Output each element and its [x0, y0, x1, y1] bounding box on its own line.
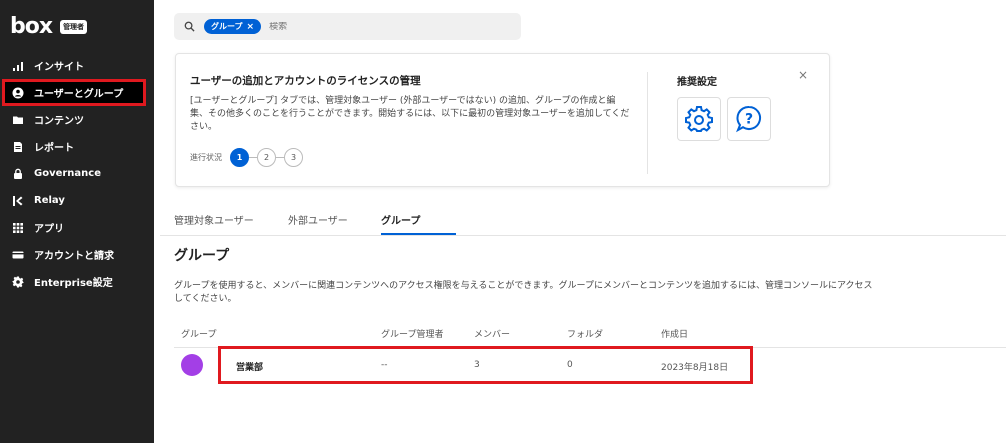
column-header-group[interactable]: グループ	[181, 327, 216, 340]
sidebar-item-label: Governance	[34, 168, 102, 179]
sidebar-item-label: アプリ	[34, 224, 64, 235]
chip-remove-icon[interactable]: ×	[247, 22, 255, 32]
sidebar-item-apps[interactable]: アプリ	[0, 214, 154, 241]
sidebar-item-account-billing[interactable]: アカウントと請求	[0, 241, 154, 268]
sidebar-item-enterprise-settings[interactable]: Enterprise設定	[0, 268, 154, 295]
user-circle-icon	[12, 87, 24, 99]
groups-description: グループを使用すると、メンバーに関連コンテンツへのアクセス権限を与えることができ…	[174, 281, 873, 304]
step-connector	[249, 157, 257, 158]
column-header-group-admin[interactable]: グループ管理者	[381, 327, 443, 340]
page-title: グループ	[174, 248, 230, 264]
column-header-folders[interactable]: フォルダ	[567, 327, 603, 340]
active-tab-indicator	[381, 233, 456, 235]
sidebar-item-content[interactable]: コンテンツ	[0, 106, 154, 133]
sidebar-item-governance[interactable]: Governance	[0, 160, 154, 187]
search-input[interactable]	[269, 21, 450, 32]
sidebar-item-label: Relay	[34, 195, 65, 206]
step-connector	[276, 157, 284, 158]
tab-managed-users[interactable]: 管理対象ユーザー	[174, 212, 254, 234]
sidebar-item-label: レポート	[34, 143, 74, 154]
logo-row: box 管理者	[10, 14, 88, 39]
gear-icon	[685, 106, 713, 132]
sidebar-item-reports[interactable]: レポート	[0, 133, 154, 160]
report-icon	[12, 141, 24, 153]
column-header-members[interactable]: メンバー	[474, 327, 510, 340]
sidebar-item-label: アカウントと請求	[34, 251, 114, 262]
box-logo[interactable]: box	[10, 14, 53, 39]
lock-icon	[12, 168, 24, 180]
sidebar-item-label: コンテンツ	[34, 116, 84, 127]
sidebar-item-insights[interactable]: インサイト	[0, 52, 154, 79]
card-icon	[12, 249, 24, 261]
progress-label: 進行状況	[190, 153, 222, 162]
sidebar-item-users-groups[interactable]: ユーザーとグループ	[2, 79, 146, 106]
close-icon[interactable]: ×	[798, 68, 808, 82]
tabs-border	[160, 235, 1006, 236]
progress-step-3[interactable]: 3	[284, 148, 303, 167]
sidebar-item-relay[interactable]: Relay	[0, 187, 154, 214]
progress-tracker: 進行状況 1 2 3	[190, 148, 303, 167]
help-button[interactable]: ?	[727, 97, 771, 141]
sidebar-item-label: ユーザーとグループ	[34, 89, 124, 100]
apps-grid-icon	[12, 222, 24, 234]
recommended-title: 推奨設定	[677, 77, 717, 88]
progress-step-1[interactable]: 1	[230, 148, 249, 167]
folder-icon	[12, 114, 24, 126]
sidebar-nav: インサイト ユーザーとグループ コンテンツ レポート Governance Re…	[0, 52, 154, 295]
column-header-created[interactable]: 作成日	[661, 327, 688, 340]
search-bar[interactable]: グループ ×	[174, 13, 521, 40]
admin-badge: 管理者	[60, 19, 88, 34]
help-icon: ?	[736, 105, 761, 133]
recommended-settings-button[interactable]	[677, 97, 721, 141]
card-divider	[647, 72, 648, 174]
svg-text:?: ?	[745, 112, 753, 128]
tab-external-users[interactable]: 外部ユーザー	[288, 212, 348, 234]
progress-step-2[interactable]: 2	[257, 148, 276, 167]
sidebar-item-label: Enterprise設定	[34, 278, 113, 289]
group-avatar	[181, 354, 203, 376]
row-highlight-box	[218, 346, 753, 384]
sidebar: box 管理者 インサイト ユーザーとグループ コンテンツ レポート Gover…	[0, 0, 154, 443]
gear-icon	[12, 276, 24, 288]
tab-groups[interactable]: グループ	[381, 212, 420, 234]
relay-icon	[12, 195, 24, 207]
onboarding-title: ユーザーの追加とアカウントのライセンスの管理	[190, 75, 421, 87]
search-icon	[184, 17, 195, 36]
onboarding-body: [ユーザーとグループ] タブでは、管理対象ユーザー (外部ユーザーではない) の…	[190, 96, 630, 132]
chip-label: グループ	[211, 22, 243, 31]
onboarding-card: ユーザーの追加とアカウントのライセンスの管理 [ユーザーとグループ] タブでは、…	[175, 53, 830, 187]
sidebar-item-label: インサイト	[34, 62, 84, 73]
search-filter-chip: グループ ×	[204, 19, 262, 34]
bar-chart-icon	[12, 60, 24, 72]
